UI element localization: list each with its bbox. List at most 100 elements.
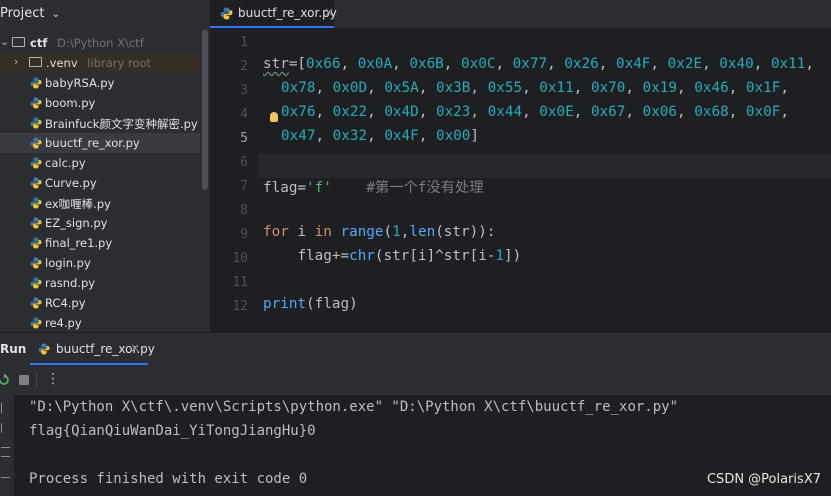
console-line-flag: flag{QianQiuWanDai_YiTongJiangHu}0 (29, 423, 316, 439)
close-icon[interactable]: × (130, 341, 140, 355)
tree-item-file[interactable]: babyRSA.py (0, 73, 200, 93)
hex-separator: , (598, 56, 616, 72)
hex-value: 0x11 (770, 56, 806, 72)
code-line-2: str=[0x66, 0x0A, 0x6B, 0x0C, 0x77, 0x26,… (263, 56, 823, 72)
hex-value: 0x06 (642, 104, 678, 120)
chevron-down-icon: ⌄ (51, 9, 61, 20)
tree-item-label: RC4.py (45, 296, 86, 310)
code-fn-print: print (263, 296, 307, 312)
code-chr-close: ]) (504, 248, 522, 264)
soft-wrap-icon[interactable] (1, 447, 10, 457)
tree-item-file[interactable]: buuctf_re_xor.py (0, 133, 200, 153)
line-number: 12 (232, 299, 248, 314)
hex-separator: , (470, 80, 488, 96)
code-fn-chr: chr (349, 248, 375, 264)
tree-item-label: buuctf_re_xor.py (45, 136, 140, 150)
python-file-icon (30, 117, 42, 129)
line-number: 2 (240, 59, 248, 74)
hex-value: 0x70 (590, 80, 626, 96)
project-tree-scrollbar[interactable] (202, 30, 208, 190)
tree-item-file[interactable]: calc.py (0, 153, 200, 173)
console-line-command: "D:\Python X\ctf\.venv\Scripts\python.ex… (29, 399, 679, 415)
tree-item-file[interactable]: EZ_sign.py (0, 213, 200, 233)
hex-separator: , (443, 56, 462, 72)
hex-value: 0x40 (719, 56, 754, 72)
python-file-icon (30, 157, 42, 169)
stop-icon[interactable] (19, 375, 29, 385)
editor-tab-buuctf-re-xor[interactable]: buuctf_re_xor.py × (210, 0, 337, 28)
tree-item-file[interactable]: Curve.py (0, 173, 200, 193)
code-range-start: 1 (392, 224, 401, 240)
hex-separator: , (728, 104, 746, 120)
hex-separator: , (392, 56, 410, 72)
tree-item-label: rasnd.py (45, 276, 96, 290)
hex-value: 0x26 (564, 56, 599, 72)
hex-separator: , (780, 104, 798, 120)
hex-separator: , (780, 80, 798, 96)
arrow-up-icon[interactable] (1, 403, 10, 413)
code-editor[interactable]: str=[0x66, 0x0A, 0x6B, 0x0C, 0x77, 0x26,… (258, 28, 831, 332)
code-line-4: 0x76, 0x22, 0x4D, 0x23, 0x44, 0x0E, 0x67… (281, 104, 798, 120)
code-line-7: flag='f' #第一个f没有处理 (263, 176, 484, 197)
hex-separator: , (315, 128, 333, 144)
rerun-icon[interactable] (0, 373, 10, 387)
hex-value: 0x11 (539, 80, 574, 96)
project-panel-title[interactable]: Project ⌄ (0, 6, 60, 21)
arrow-down-icon[interactable] (1, 423, 10, 433)
line-number: 8 (240, 203, 248, 218)
hex-value: 0x0A (357, 56, 393, 72)
code-paren: ( (383, 224, 393, 240)
tree-item-file[interactable]: rasnd.py (0, 273, 200, 293)
chevron-down-icon[interactable]: ⌄ (0, 35, 9, 48)
tree-item-ctf-root[interactable]: ⌄ ctf D:\Python X\ctf (0, 33, 200, 53)
code-chr-one: 1 (495, 248, 505, 264)
hex-separator: , (753, 56, 771, 72)
hex-separator: , (367, 104, 385, 120)
project-panel-header: Project ⌄ (0, 0, 210, 28)
venv-name: .venv (46, 56, 78, 70)
tree-item-label: final_re1.py (45, 236, 113, 250)
code-eq-open: =[ (288, 56, 307, 72)
code-flag-init: 'f' (306, 180, 332, 196)
hex-value: 0x4D (384, 104, 419, 120)
folder-icon (12, 37, 25, 47)
hex-value: 0x1F (745, 80, 781, 96)
tree-item-label: calc.py (45, 156, 86, 170)
scroll-to-end-icon[interactable] (1, 467, 10, 478)
lightbulb-icon[interactable] (270, 112, 278, 122)
line-number: 6 (240, 155, 248, 170)
run-tab-buuctf-re-xor[interactable]: buuctf_re_xor.py × (30, 333, 155, 365)
code-assign: = (297, 180, 307, 196)
tree-item-venv[interactable]: › .venv library root (0, 53, 200, 73)
code-chr-args: (str[i]^str[i- (374, 248, 496, 264)
hex-separator: , (340, 56, 358, 72)
tree-item-file[interactable]: ex咖喱棒.py (0, 193, 200, 213)
tree-item-label: login.py (45, 256, 91, 270)
tree-item-file[interactable]: final_re1.py (0, 233, 200, 253)
python-file-icon (38, 343, 50, 355)
tree-item-file[interactable]: Brainfuck颜文字变种解密.py (0, 113, 200, 133)
line-number: 10 (232, 251, 248, 266)
hex-row-3: 0x76, 0x22, 0x4D, 0x23, 0x44, 0x0E, 0x67… (281, 104, 798, 120)
python-file-icon (30, 197, 42, 209)
python-file-icon (220, 7, 233, 20)
tree-item-label: boom.py (45, 96, 96, 110)
chevron-right-icon[interactable]: › (14, 55, 18, 68)
more-options-icon[interactable]: ⋮ (46, 371, 60, 387)
hex-value: 0x3B (435, 80, 471, 96)
tree-item-file[interactable]: login.py (0, 253, 200, 273)
watermark-text: CSDN @PolarisX7 (706, 472, 821, 487)
hex-value: 0x0C (461, 56, 496, 72)
close-icon[interactable]: × (324, 5, 334, 19)
tree-item-file[interactable]: RC4.py (0, 293, 200, 313)
tree-item-file[interactable]: boom.py (0, 93, 200, 113)
tree-item-file[interactable]: re4.py (0, 313, 200, 333)
python-file-icon (30, 177, 42, 189)
tree-item-label: EZ_sign.py (45, 216, 108, 230)
code-loop-var: i (297, 224, 307, 240)
hex-separator: , (573, 80, 591, 96)
hex-separator: , (418, 128, 436, 144)
line-number: 1 (240, 35, 248, 50)
code-print-args: (flag) (306, 296, 358, 312)
